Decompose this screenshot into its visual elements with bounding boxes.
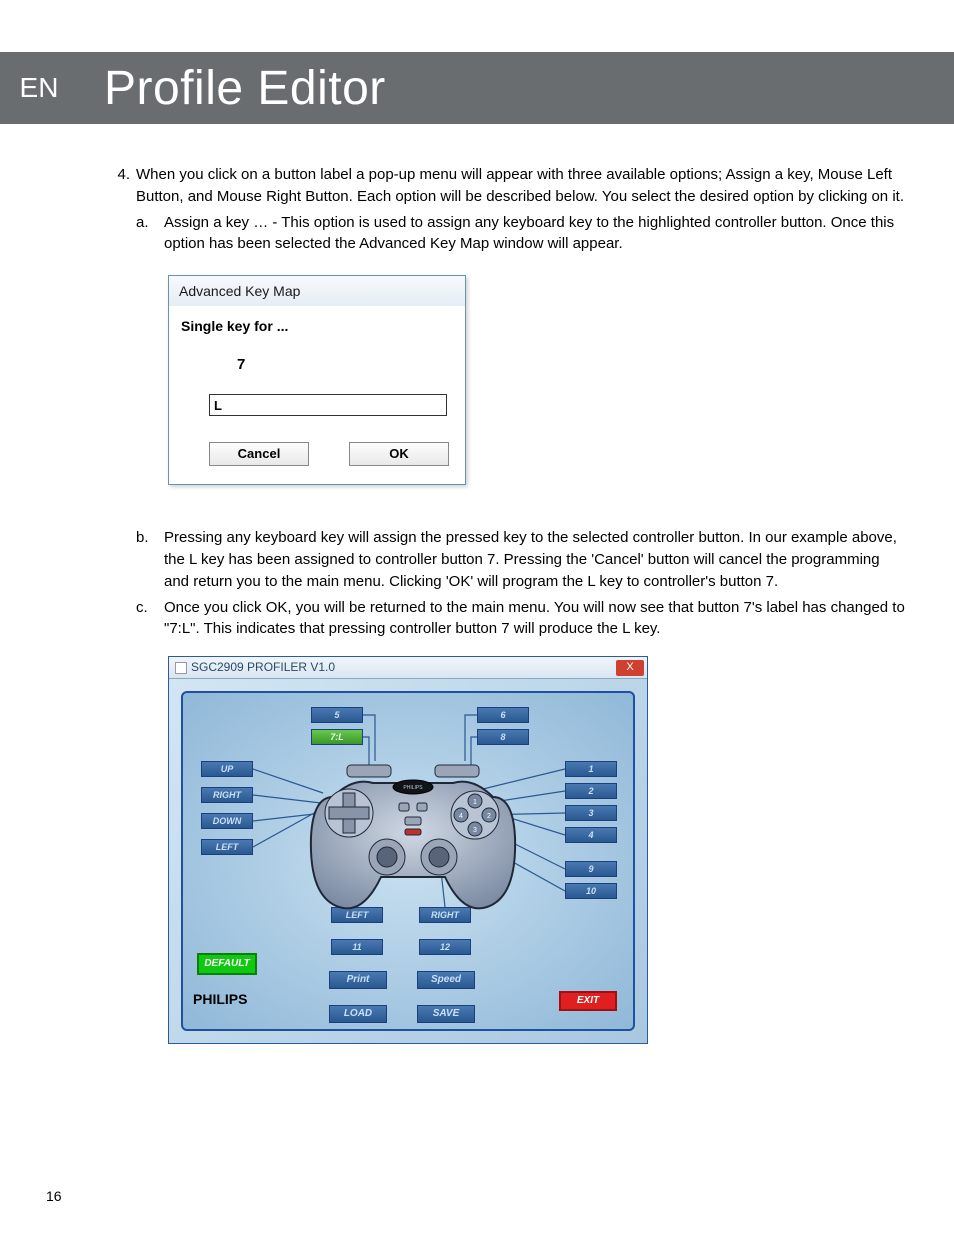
svg-text:3: 3 <box>473 827 477 834</box>
step-4a-text: Assign a key … - This option is used to … <box>164 212 906 256</box>
cancel-button[interactable]: Cancel <box>209 442 309 466</box>
default-button[interactable]: DEFAULT <box>197 953 257 975</box>
button-11-label[interactable]: 11 <box>331 939 383 955</box>
button-number-display: 7 <box>181 354 453 376</box>
dpad-down-label[interactable]: DOWN <box>201 813 253 829</box>
steps-b-c: b. Pressing any keyboard key will assign… <box>106 527 906 640</box>
philips-logo: PHILIPS <box>193 989 247 1009</box>
profiler-titlebar: SGC2909 PROFILER V1.0 X <box>169 657 647 679</box>
dialog-titlebar: Advanced Key Map <box>169 276 465 306</box>
profiler-window: SGC2909 PROFILER V1.0 X 5 6 7:L 8 UP RIG… <box>168 656 648 1044</box>
button-1-label[interactable]: 1 <box>565 761 617 777</box>
svg-text:2: 2 <box>487 813 491 820</box>
body-content: 4. When you click on a button label a po… <box>106 164 906 1044</box>
key-input[interactable] <box>209 394 447 416</box>
button-8-label[interactable]: 8 <box>477 729 529 745</box>
step-4b-text: Pressing any keyboard key will assign th… <box>164 527 906 592</box>
language-indicator: EN <box>0 52 78 124</box>
svg-text:1: 1 <box>473 799 477 806</box>
button-7-label[interactable]: 7:L <box>311 729 363 745</box>
dpad-right-label[interactable]: RIGHT <box>201 787 253 803</box>
step-4c-text: Once you click OK, you will be returned … <box>164 597 906 641</box>
step-4c: c. Once you click OK, you will be return… <box>106 597 906 641</box>
step-4: 4. When you click on a button label a po… <box>106 164 906 208</box>
step-4a-letter: a. <box>136 212 164 256</box>
gamepad-illustration: 1 2 3 4 PHILIPS <box>303 757 523 917</box>
page-title: Profile Editor <box>78 61 386 116</box>
button-6-label[interactable]: 6 <box>477 707 529 723</box>
button-3-label[interactable]: 3 <box>565 805 617 821</box>
app-icon <box>175 662 187 674</box>
button-9-label[interactable]: 9 <box>565 861 617 877</box>
header-bar: EN Profile Editor <box>0 52 954 124</box>
button-10-label[interactable]: 10 <box>565 883 617 899</box>
ok-button[interactable]: OK <box>349 442 449 466</box>
close-button[interactable]: X <box>616 660 644 676</box>
save-button[interactable]: SAVE <box>417 1005 475 1023</box>
dpad-left-label[interactable]: LEFT <box>201 839 253 855</box>
button-5-label[interactable]: 5 <box>311 707 363 723</box>
advanced-key-map-dialog: Advanced Key Map Single key for ... 7 Ca… <box>168 275 466 485</box>
profiler-panel: 5 6 7:L 8 UP RIGHT DOWN LEFT 1 2 3 4 9 1… <box>181 691 635 1031</box>
step-4-text: When you click on a button label a pop-u… <box>136 164 906 208</box>
button-4-label[interactable]: 4 <box>565 827 617 843</box>
print-button[interactable]: Print <box>329 971 387 989</box>
step-4-number: 4. <box>106 164 136 208</box>
profiler-title-text: SGC2909 PROFILER V1.0 <box>191 659 335 676</box>
step-4c-letter: c. <box>136 597 164 641</box>
load-button[interactable]: LOAD <box>329 1005 387 1023</box>
step-4a: a. Assign a key … - This option is used … <box>106 212 906 256</box>
page-number: 16 <box>46 1188 62 1204</box>
button-12-label[interactable]: 12 <box>419 939 471 955</box>
exit-button[interactable]: EXIT <box>559 991 617 1011</box>
svg-text:4: 4 <box>459 813 463 820</box>
button-2-label[interactable]: 2 <box>565 783 617 799</box>
step-4b-letter: b. <box>136 527 164 592</box>
svg-text:PHILIPS: PHILIPS <box>403 785 423 791</box>
single-key-for-label: Single key for ... <box>181 316 453 336</box>
step-4b: b. Pressing any keyboard key will assign… <box>106 527 906 592</box>
dpad-up-label[interactable]: UP <box>201 761 253 777</box>
speed-button[interactable]: Speed <box>417 971 475 989</box>
